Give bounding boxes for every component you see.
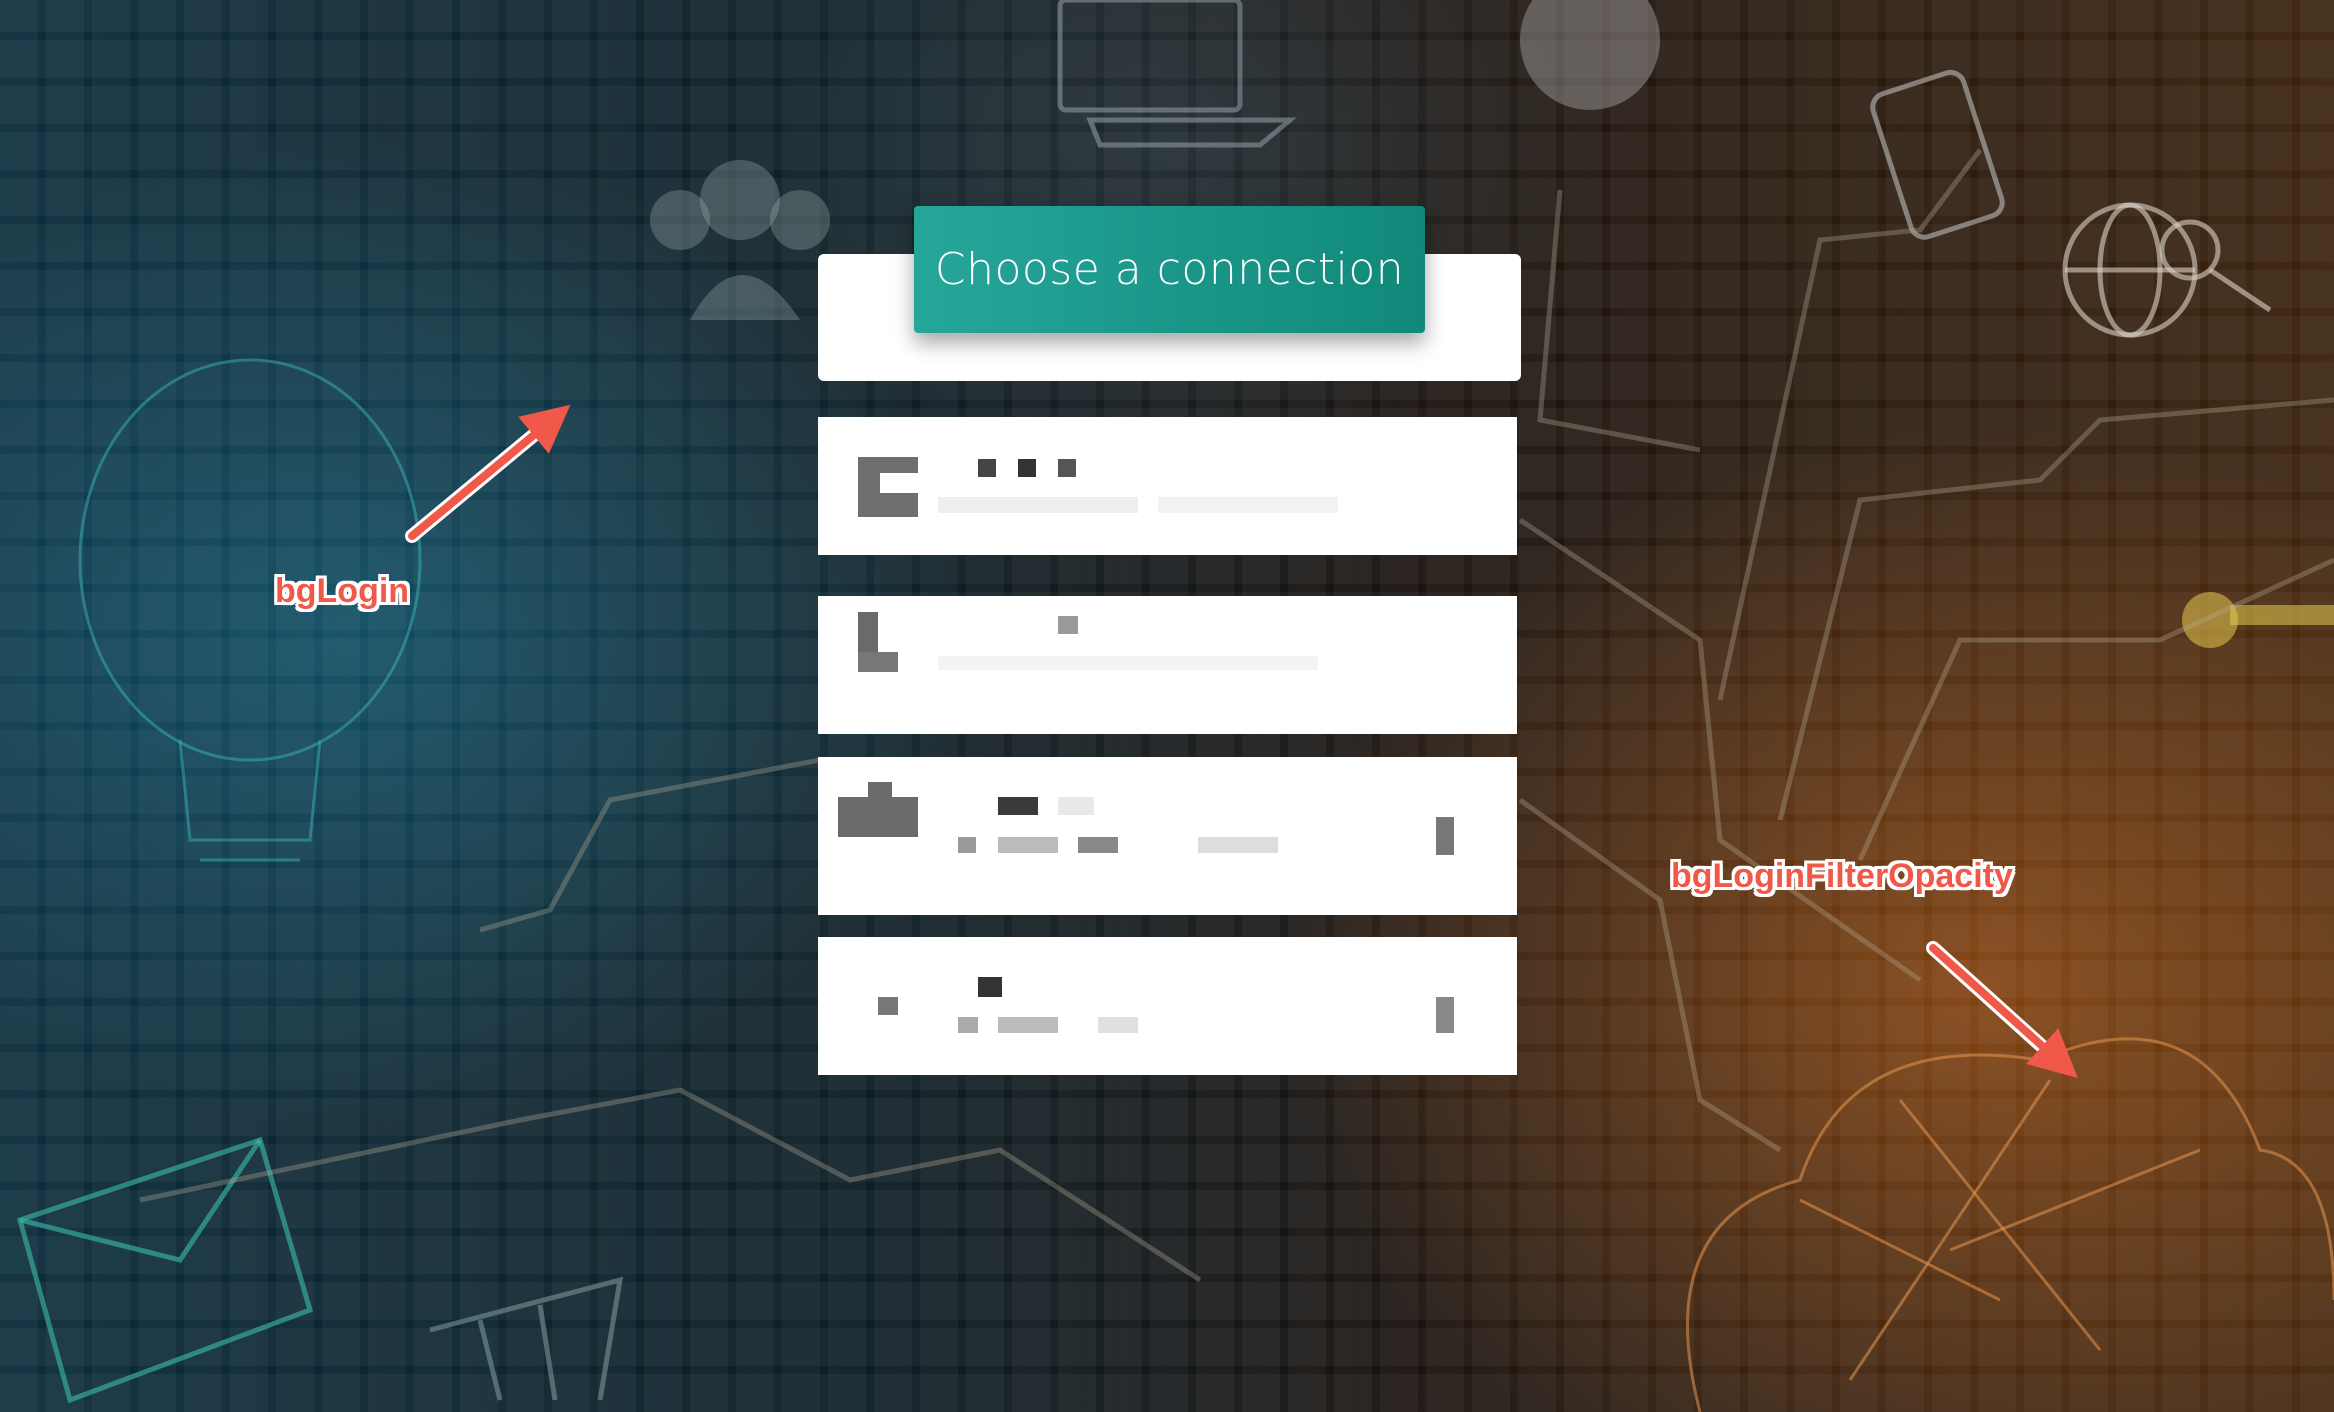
- annotation-bgloginfilteropacity: bgLoginFilterOpacity: [1671, 857, 2013, 895]
- arrow-bglogin: [408, 404, 571, 540]
- annotation-arrows: [405, 404, 2078, 1079]
- arrow-bgloginfilteropacity: [1929, 944, 2078, 1079]
- annotation-bglogin: bgLogin: [275, 572, 410, 610]
